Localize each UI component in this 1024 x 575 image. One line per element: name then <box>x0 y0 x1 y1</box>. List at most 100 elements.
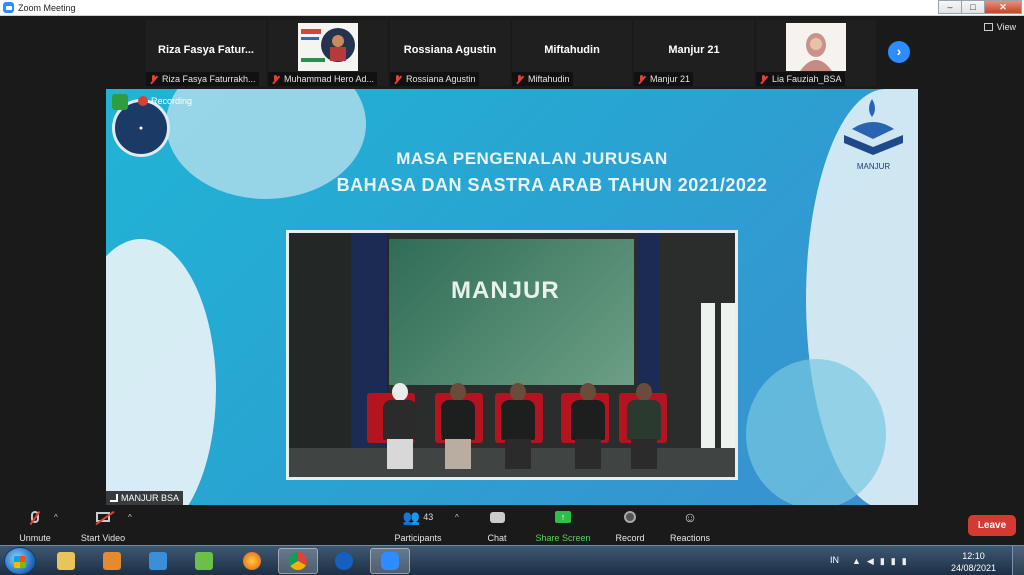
shared-video: ● Recording MANJUR MASA PENGENALAN JURUS… <box>106 89 918 505</box>
muted-mic-icon <box>393 74 402 84</box>
bluetooth-taskbar-icon[interactable] <box>324 548 364 574</box>
start-video-label: Start Video <box>80 533 126 543</box>
participant-tile[interactable]: Lia Fauziah_BSA <box>756 20 876 86</box>
share-screen-label: Share Screen <box>535 533 591 543</box>
muted-mic-icon <box>637 74 646 84</box>
participant-name-bar: Muhammad Hero Ad... <box>268 72 378 86</box>
clock-date: 24/08/2021 <box>950 563 996 573</box>
minimize-button[interactable]: – <box>938 0 962 14</box>
muted-mic-icon <box>515 74 524 84</box>
panelist <box>623 383 665 473</box>
share-screen-icon: ↑ <box>555 511 571 523</box>
video-off-icon <box>96 512 110 522</box>
windows-logo-icon <box>14 556 26 568</box>
zoom-taskbar-icon[interactable] <box>370 548 410 574</box>
show-desktop-button[interactable] <box>1012 546 1024 575</box>
participant-label: Muhammad Hero Ad... <box>284 74 375 84</box>
unmute-label: Unmute <box>19 533 51 543</box>
participant-label: Lia Fauziah_BSA <box>772 74 842 84</box>
presenter-name: MANJUR BSA <box>121 493 180 503</box>
share-screen-button[interactable]: ↑ Share Screen <box>528 508 598 544</box>
zoom-window: Zoom Meeting – □ ✕ Riza Fasya Fatur... R… <box>0 0 1024 575</box>
stage-backdrop: MANJUR <box>389 239 634 385</box>
participant-name-bar: Rossiana Agustin <box>390 72 479 86</box>
chrome-taskbar-icon[interactable] <box>278 548 318 574</box>
window-controls: – □ ✕ <box>938 0 1022 14</box>
firefox-taskbar-icon[interactable] <box>232 548 272 574</box>
participant-tile[interactable]: Riza Fasya Fatur... Riza Fasya Faturrakh… <box>146 20 266 86</box>
headline-line-2: BAHASA DAN SASTRA ARAB TAHUN 2021/2022 <box>336 175 768 195</box>
close-window-button[interactable]: ✕ <box>984 0 1022 14</box>
participant-display-name: Miftahudin <box>544 44 600 56</box>
participant-display-name: Riza Fasya Fatur... <box>158 44 254 56</box>
clock[interactable]: 12:10 24/08/2021 <box>951 550 996 574</box>
meeting-toolbar: Unmute ^ Start Video ^ 👥 43 Participants … <box>0 505 1024 545</box>
maximize-button[interactable]: □ <box>961 0 985 14</box>
participants-caret-icon[interactable]: ^ <box>455 513 459 522</box>
participant-display-name: Rossiana Agustin <box>403 44 497 56</box>
participant-tile[interactable]: Miftahudin Miftahudin <box>512 20 632 86</box>
participant-thumbnail <box>786 23 846 71</box>
participants-icon: 👥 <box>402 508 421 525</box>
participant-name-bar: Lia Fauziah_BSA <box>756 72 845 86</box>
audio-options-caret-icon[interactable]: ^ <box>54 513 58 522</box>
participant-label: Manjur 21 <box>650 74 691 84</box>
tray-icons[interactable]: ▲◀▮▮▮ <box>852 556 913 567</box>
panelist <box>379 383 421 473</box>
panelist <box>497 383 539 473</box>
flag <box>721 303 735 448</box>
view-button[interactable]: View <box>983 22 1016 32</box>
headline-line-1: MASA PENGENALAN JURUSAN <box>396 149 668 168</box>
flag <box>701 303 715 448</box>
participants-button[interactable]: 👥 43 Participants <box>383 508 453 544</box>
recording-indicator[interactable]: Recording <box>138 96 192 106</box>
muted-mic-icon <box>149 74 158 84</box>
window-title: Zoom Meeting <box>18 2 76 13</box>
stage-photo: MANJUR <box>286 230 738 480</box>
title-bar: Zoom Meeting – □ ✕ <box>0 0 1024 16</box>
recording-dot-icon <box>138 96 148 106</box>
view-label: View <box>996 22 1016 32</box>
reactions-button[interactable]: ☺ Reactions <box>655 508 725 544</box>
participant-label: Riza Fasya Faturrakh... <box>162 74 256 84</box>
participant-count: 43 <box>423 512 434 522</box>
file-explorer-taskbar-icon[interactable] <box>46 548 86 574</box>
participant-tile[interactable]: Rossiana Agustin Rossiana Agustin <box>390 20 510 86</box>
panelist <box>567 383 609 473</box>
participant-display-name: Manjur 21 <box>668 44 720 56</box>
participant-tile[interactable]: Manjur 21 Manjur 21 <box>634 20 754 86</box>
participant-name-bar: Riza Fasya Faturrakh... <box>146 72 259 86</box>
leave-button[interactable]: Leave <box>968 515 1016 536</box>
chat-label: Chat <box>487 533 507 543</box>
presenter-name-badge: MANJUR BSA <box>106 491 184 505</box>
participant-name-bar: Manjur 21 <box>634 72 694 86</box>
media-player-taskbar-icon[interactable] <box>92 548 132 574</box>
app-taskbar-icon[interactable] <box>138 548 178 574</box>
signal-icon <box>110 494 118 502</box>
muted-mic-icon <box>31 511 39 523</box>
grid-view-icon <box>983 23 993 31</box>
chat-button[interactable]: Chat <box>462 508 532 544</box>
zoom-logo-icon <box>3 2 14 13</box>
start-button[interactable] <box>4 547 36 575</box>
record-icon <box>624 511 636 523</box>
next-page-arrow-icon[interactable]: › <box>888 41 910 63</box>
participant-label: Miftahudin <box>528 74 570 84</box>
participant-label: Rossiana Agustin <box>406 74 476 84</box>
participant-tile[interactable]: Muhammad Hero Ad... <box>268 20 388 86</box>
video-options-caret-icon[interactable]: ^ <box>128 513 132 522</box>
chat-icon <box>489 511 505 523</box>
unmute-button[interactable]: Unmute <box>0 508 70 544</box>
panelist <box>437 383 479 473</box>
decor-shape <box>746 359 886 505</box>
app-taskbar-icon[interactable] <box>184 548 224 574</box>
clock-time: 12:10 <box>962 551 985 561</box>
windows-taskbar: IN ▲◀▮▮▮ 12:10 24/08/2021 <box>0 545 1024 575</box>
decor-shape <box>106 239 216 505</box>
language-indicator[interactable]: IN <box>830 555 839 565</box>
backdrop-title: MANJUR <box>451 277 560 304</box>
recording-label: Recording <box>151 96 193 106</box>
reactions-label: Reactions <box>669 533 711 543</box>
participant-thumbnail <box>298 23 358 71</box>
security-shield-icon[interactable] <box>112 94 128 110</box>
